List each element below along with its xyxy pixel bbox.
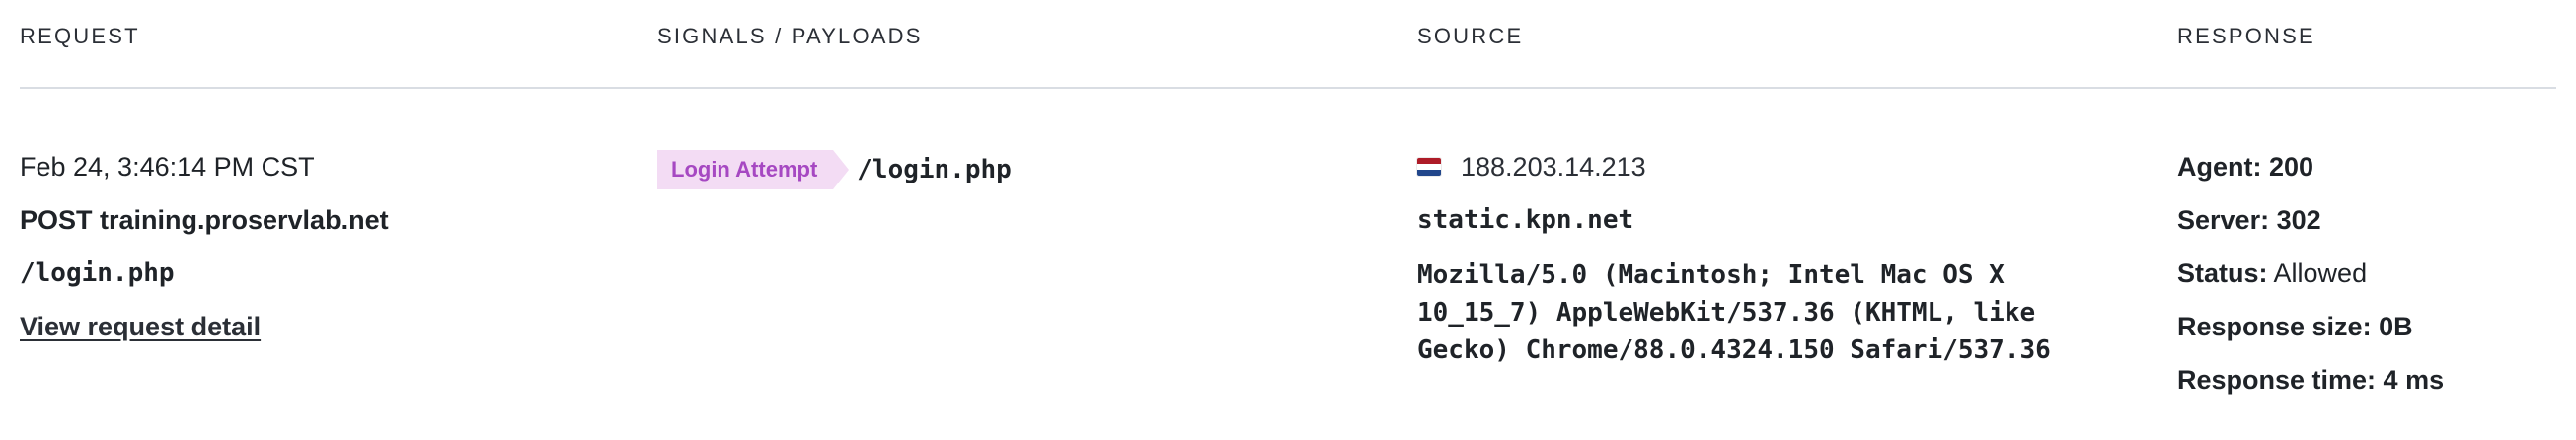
signals-cell: Login Attempt /login.php	[657, 150, 1012, 189]
netherlands-flag-icon	[1417, 158, 1441, 176]
source-ip: 188.203.14.213	[1461, 152, 1646, 182]
response-time: Response time: 4 ms	[2177, 365, 2445, 395]
login-attempt-tag[interactable]: Login Attempt	[657, 150, 850, 189]
response-status: Status: Allowed	[2177, 257, 2444, 290]
table-row: Feb 24, 3:46:14 PM CST POST training.pro…	[20, 87, 2556, 440]
request-path: /login.php	[20, 258, 175, 288]
response-agent: Agent: 200	[2177, 152, 2314, 182]
response-server: Server: 302	[2177, 205, 2321, 235]
request-cell: Feb 24, 3:46:14 PM CST POST training.pro…	[20, 150, 389, 363]
source-ip-line: 188.203.14.213	[1417, 150, 2108, 183]
response-status-value: Allowed	[2273, 258, 2368, 288]
header-request: REQUEST	[20, 24, 140, 48]
signal-entry: Login Attempt /login.php	[657, 150, 1012, 189]
request-method-host: POST training.proservlab.net	[20, 205, 389, 235]
response-size: Response size: 0B	[2177, 312, 2413, 341]
source-cell: 188.203.14.213 static.kpn.net Mozilla/5.…	[1417, 150, 2108, 369]
request-timestamp: Feb 24, 3:46:14 PM CST	[20, 152, 315, 182]
header-response: RESPONSE	[2177, 24, 2315, 48]
request-log-table: REQUEST SIGNALS / PAYLOADS SOURCE RESPON…	[0, 0, 2576, 440]
table-header: REQUEST SIGNALS / PAYLOADS SOURCE RESPON…	[20, 0, 2556, 89]
header-signals: SIGNALS / PAYLOADS	[657, 24, 923, 48]
response-cell: Agent: 200 Server: 302 Status: Allowed R…	[2177, 150, 2444, 416]
view-request-detail-link[interactable]: View request detail	[20, 310, 389, 343]
header-source: SOURCE	[1417, 24, 1524, 48]
response-status-label: Status:	[2177, 258, 2268, 288]
source-host: static.kpn.net	[1417, 205, 1634, 235]
user-agent: Mozilla/5.0 (Macintosh; Intel Mac OS X 1…	[1417, 260, 2051, 365]
signal-path: /login.php	[857, 155, 1012, 184]
